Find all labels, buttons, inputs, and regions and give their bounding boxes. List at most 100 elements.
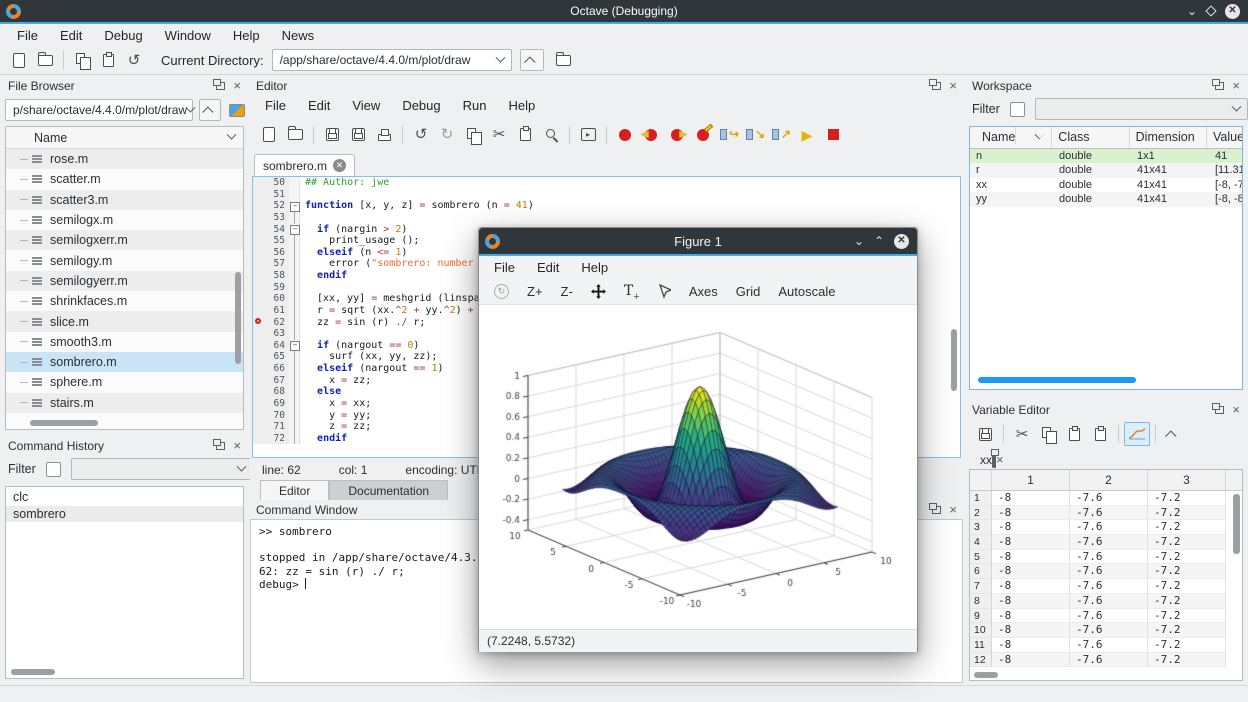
browse-directory-button[interactable]: [552, 48, 576, 72]
directory-up-button[interactable]: [520, 49, 544, 71]
breakpoint-margin[interactable]: [253, 386, 267, 398]
new-script-button[interactable]: [7, 48, 31, 72]
cell[interactable]: -7.2: [1148, 638, 1226, 653]
cell[interactable]: -7.2: [1148, 491, 1226, 506]
fold-margin[interactable]: [289, 212, 300, 224]
history-item[interactable]: sombrero: [6, 506, 243, 523]
collapse-button[interactable]: [1161, 423, 1185, 445]
fold-margin[interactable]: [289, 421, 300, 433]
history-item[interactable]: clc: [6, 489, 243, 506]
copy-button[interactable]: [461, 123, 485, 147]
zoom-out-button[interactable]: Z-: [554, 282, 580, 301]
maximize-icon[interactable]: ⌃: [874, 235, 884, 247]
cell[interactable]: -7.6: [1070, 564, 1148, 579]
variable-row-4[interactable]: 4-8-7.6-7.2: [970, 535, 1242, 550]
breakpoint-margin[interactable]: [253, 270, 267, 282]
breakpoint-margin[interactable]: [253, 363, 267, 375]
menu-item-help[interactable]: Help: [497, 98, 546, 113]
paste-button[interactable]: [1062, 422, 1086, 446]
variable-horizontal-scrollbar[interactable]: [974, 672, 998, 678]
file-list-vertical-scrollbar[interactable]: [235, 272, 241, 364]
menu-item-window[interactable]: Window: [154, 28, 222, 43]
undock-icon[interactable]: [216, 442, 225, 450]
cell[interactable]: -8: [992, 623, 1070, 638]
menu-item-edit[interactable]: Edit: [297, 98, 341, 113]
quit-debug-button[interactable]: [821, 123, 845, 147]
cell[interactable]: -8: [992, 609, 1070, 624]
file-row-sphere-m[interactable]: sphere.m: [6, 372, 243, 392]
cell[interactable]: -8: [992, 594, 1070, 609]
file-row-semilogxerr-m[interactable]: semilogxerr.m: [6, 230, 243, 250]
menu-item-run[interactable]: Run: [452, 98, 498, 113]
undock-icon[interactable]: [932, 82, 941, 90]
variable-row-1[interactable]: 1-8-7.6-7.2: [970, 491, 1242, 506]
axes-button[interactable]: Axes: [682, 282, 725, 301]
cell[interactable]: -7.6: [1070, 506, 1148, 521]
fold-margin[interactable]: [289, 189, 300, 201]
variable-row-5[interactable]: 5-8-7.6-7.2: [970, 550, 1242, 565]
menu-item-help[interactable]: Help: [570, 260, 619, 275]
file-row-stairs-m[interactable]: stairs.m: [6, 393, 243, 413]
editor-tab-sombrero[interactable]: sombrero.m ✕: [254, 154, 355, 176]
column-header-3[interactable]: 3: [1148, 470, 1226, 490]
variable-row-10[interactable]: 10-8-7.6-7.2: [970, 623, 1242, 638]
file-row-sombrero-m[interactable]: sombrero.m: [6, 352, 243, 372]
breakpoint-margin[interactable]: [253, 305, 267, 317]
cell[interactable]: -7.2: [1148, 594, 1226, 609]
file-row-slice-m[interactable]: slice.m: [6, 311, 243, 331]
paste-button[interactable]: [513, 123, 537, 147]
fold-margin[interactable]: [289, 398, 300, 410]
cell[interactable]: -7.6: [1070, 520, 1148, 535]
breakpoint-margin[interactable]: [253, 340, 267, 352]
cell[interactable]: -7.6: [1070, 623, 1148, 638]
select-tool-button[interactable]: [651, 282, 678, 301]
cell[interactable]: -7.6: [1070, 550, 1148, 565]
close-panel-icon[interactable]: ×: [949, 79, 957, 92]
menu-item-file[interactable]: File: [254, 98, 297, 113]
fold-margin[interactable]: [289, 351, 300, 363]
step-out-button[interactable]: ↗: [769, 123, 793, 147]
close-panel-icon[interactable]: ×: [1232, 79, 1240, 92]
close-panel-icon[interactable]: ×: [1232, 403, 1240, 416]
code-line-52[interactable]: 52function [x, y, z] = sombrero (n = 41): [253, 200, 960, 212]
column-dimension[interactable]: Dimension: [1130, 127, 1207, 148]
fold-margin[interactable]: [289, 340, 300, 352]
close-panel-icon[interactable]: ×: [233, 79, 241, 92]
print-button[interactable]: [372, 123, 396, 147]
cell[interactable]: -7.6: [1070, 579, 1148, 594]
undock-icon[interactable]: [216, 82, 225, 90]
variable-row-7[interactable]: 7-8-7.6-7.2: [970, 579, 1242, 594]
cell[interactable]: -8: [992, 506, 1070, 521]
breakpoint-margin[interactable]: [253, 398, 267, 410]
file-list-horizontal-scrollbar[interactable]: [30, 420, 98, 426]
fold-margin[interactable]: [289, 247, 300, 259]
history-filter-combobox[interactable]: [71, 458, 253, 480]
remove-breakpoints-button[interactable]: [691, 123, 715, 147]
breakpoint-margin[interactable]: [253, 189, 267, 201]
cell[interactable]: -8: [992, 550, 1070, 565]
tab-close-icon[interactable]: ✕: [333, 159, 346, 172]
new-file-button[interactable]: [257, 123, 281, 147]
sombrero-surface-plot[interactable]: [479, 305, 917, 629]
open-button[interactable]: [283, 123, 307, 147]
file-list-column-header[interactable]: Name: [6, 127, 243, 149]
column-class[interactable]: Class: [1052, 127, 1129, 148]
undock-icon[interactable]: [1215, 406, 1224, 414]
run-in-terminal-button[interactable]: ▸: [576, 123, 600, 147]
save-as-button[interactable]: [346, 123, 370, 147]
paste-table-button[interactable]: [1088, 422, 1112, 446]
breakpoint-margin[interactable]: [253, 317, 267, 329]
history-horizontal-scrollbar[interactable]: [11, 669, 55, 675]
breakpoint-margin[interactable]: [253, 247, 267, 259]
fold-margin[interactable]: [289, 328, 300, 340]
fold-margin[interactable]: [289, 293, 300, 305]
close-icon[interactable]: ✕: [1225, 4, 1240, 19]
editor-vertical-scrollbar[interactable]: [951, 329, 957, 391]
toggle-breakpoint-button[interactable]: [613, 123, 637, 147]
copy-button[interactable]: [1036, 422, 1060, 446]
workspace-row-xx[interactable]: xxdouble41x41[-8, -7.6: [970, 178, 1242, 192]
workspace-row-r[interactable]: rdouble41x41[11.314: [970, 163, 1242, 177]
cell[interactable]: -8: [992, 638, 1070, 653]
fold-margin[interactable]: [289, 282, 300, 294]
breakpoint-margin[interactable]: [253, 421, 267, 433]
